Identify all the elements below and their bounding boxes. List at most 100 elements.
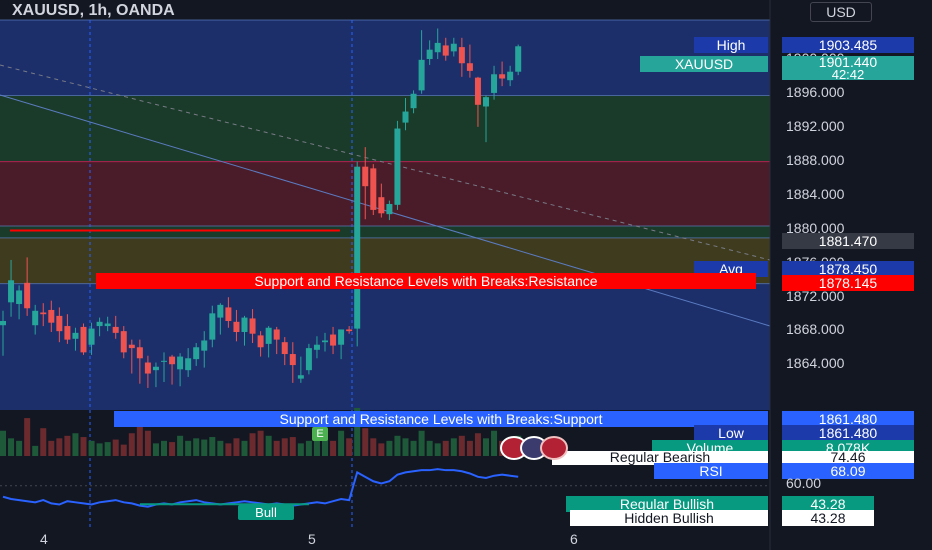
bull-divergence-marker[interactable]: Bull bbox=[238, 505, 294, 520]
volume-bar-47 bbox=[378, 443, 385, 456]
candle-body-25 bbox=[201, 340, 208, 351]
candle-body-17 bbox=[136, 347, 143, 359]
volume-bar-19 bbox=[152, 443, 159, 456]
candle-body-48 bbox=[386, 203, 393, 215]
volume-bar-59 bbox=[474, 433, 481, 456]
volume-bar-26 bbox=[209, 437, 216, 456]
volume-bar-38 bbox=[305, 440, 312, 456]
y-tick-8: 1868.000 bbox=[786, 321, 845, 338]
volume-bar-31 bbox=[249, 433, 256, 456]
high-value: 1903.485 bbox=[782, 37, 914, 53]
candle-body-35 bbox=[281, 342, 288, 355]
volume-bar-57 bbox=[458, 435, 465, 456]
zone-2 bbox=[0, 161, 770, 227]
candle-body-30 bbox=[241, 317, 248, 332]
candle-body-40 bbox=[322, 340, 328, 343]
rsi-level-tick: 60.00 bbox=[786, 475, 822, 491]
volume-bar-58 bbox=[466, 440, 473, 456]
candle-body-46 bbox=[370, 168, 377, 210]
candle-body-29 bbox=[233, 321, 240, 332]
candle-body-13 bbox=[104, 323, 111, 327]
volume-bar-17 bbox=[136, 424, 143, 456]
y-tick-1: 1896.000 bbox=[786, 84, 845, 101]
candle-body-43 bbox=[346, 329, 353, 332]
candle-body-57 bbox=[458, 47, 465, 64]
candle-body-12 bbox=[96, 321, 103, 327]
candle-body-49 bbox=[394, 128, 401, 205]
volume-bar-36 bbox=[289, 437, 296, 456]
candle-body-2 bbox=[16, 290, 23, 305]
rsi-line bbox=[2, 468, 519, 508]
y-tick-2: 1892.000 bbox=[786, 117, 845, 134]
volume-bar-1 bbox=[8, 438, 15, 456]
candle-body-62 bbox=[499, 74, 506, 79]
volume-bar-23 bbox=[185, 440, 192, 456]
volume-bar-14 bbox=[112, 439, 119, 456]
candle-body-0 bbox=[0, 320, 6, 326]
volume-bar-37 bbox=[297, 443, 304, 456]
volume-bar-49 bbox=[394, 435, 401, 456]
candle-body-47 bbox=[378, 197, 385, 214]
volume-bar-2 bbox=[16, 440, 23, 456]
volume-bar-46 bbox=[370, 438, 377, 456]
candle-body-56 bbox=[450, 43, 457, 52]
volume-bar-22 bbox=[177, 435, 184, 456]
candle-body-42 bbox=[338, 329, 345, 345]
zone-3 bbox=[0, 226, 770, 238]
y-tick-3: 1888.000 bbox=[786, 151, 845, 168]
volume-bar-16 bbox=[128, 433, 135, 456]
volume-bar-51 bbox=[410, 440, 417, 456]
support-label: Support and Resistance Levels with Break… bbox=[114, 411, 768, 427]
rsi-label: RSI bbox=[654, 463, 768, 479]
volume-bar-30 bbox=[241, 440, 248, 456]
candle-body-1 bbox=[8, 280, 15, 303]
volume-bar-24 bbox=[193, 438, 200, 456]
candle-body-60 bbox=[483, 97, 489, 107]
candle-body-3 bbox=[24, 282, 31, 309]
candle-body-6 bbox=[48, 309, 55, 323]
volume-bar-11 bbox=[88, 440, 95, 456]
candle-body-58 bbox=[466, 63, 473, 71]
low-value: 1861.480 bbox=[782, 425, 914, 441]
candle-body-63 bbox=[507, 71, 514, 81]
volume-bar-21 bbox=[169, 442, 176, 456]
candle-body-39 bbox=[313, 344, 320, 350]
countdown: 42:42 bbox=[831, 67, 865, 80]
candle-body-61 bbox=[491, 74, 498, 93]
volume-bar-56 bbox=[450, 438, 457, 456]
volume-bar-4 bbox=[32, 445, 39, 456]
candle-body-41 bbox=[330, 334, 337, 346]
candle-body-32 bbox=[257, 335, 264, 348]
candle-body-37 bbox=[297, 375, 304, 379]
crosshair-price: 1881.470 bbox=[782, 233, 914, 249]
earnings-event-marker[interactable]: E bbox=[312, 427, 328, 441]
candle-body-38 bbox=[305, 348, 312, 371]
volume-bar-28 bbox=[225, 443, 232, 456]
candle-body-45 bbox=[362, 166, 369, 187]
volume-bar-15 bbox=[120, 444, 127, 456]
candle-body-22 bbox=[177, 356, 184, 370]
volume-bar-18 bbox=[144, 430, 151, 456]
candle-body-16 bbox=[128, 344, 135, 349]
candle-body-51 bbox=[410, 93, 417, 109]
volume-bar-8 bbox=[64, 435, 71, 456]
volume-bar-43 bbox=[346, 438, 353, 456]
low-label: Low bbox=[694, 425, 768, 441]
candle-body-33 bbox=[265, 327, 272, 344]
currency-button[interactable]: USD bbox=[810, 2, 872, 22]
candle-body-64 bbox=[515, 46, 522, 72]
candle-body-50 bbox=[402, 111, 409, 123]
y-tick-4: 1884.000 bbox=[786, 185, 845, 202]
volume-bar-52 bbox=[418, 430, 425, 456]
candle-body-26 bbox=[209, 313, 216, 340]
candle-body-20 bbox=[161, 360, 167, 362]
volume-bar-48 bbox=[386, 440, 393, 456]
volume-bar-54 bbox=[434, 443, 441, 456]
y-tick-9: 1864.000 bbox=[786, 355, 845, 372]
us-flag-icon-3[interactable] bbox=[540, 436, 568, 460]
volume-bar-12 bbox=[96, 443, 103, 456]
candle-body-21 bbox=[169, 356, 176, 365]
symbol-header: XAUUSD, 1h, OANDA bbox=[12, 2, 175, 19]
candle-body-7 bbox=[56, 315, 63, 332]
candle-body-36 bbox=[289, 354, 296, 366]
